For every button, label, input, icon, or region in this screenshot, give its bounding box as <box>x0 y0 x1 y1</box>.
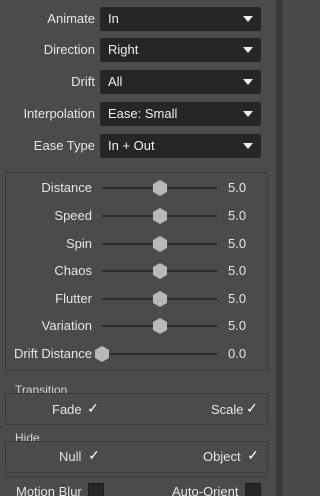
spin-label: Spin <box>65 236 92 251</box>
direction-row: Direction Right <box>0 38 276 62</box>
scale-checkbox[interactable]: ✓ <box>245 401 259 415</box>
speed-label: Speed <box>54 208 92 223</box>
auto-orient-label: Auto-Orient <box>172 484 239 496</box>
fade-checkbox[interactable]: ✓ <box>86 401 100 415</box>
drift-distance-slider-thumb[interactable] <box>95 346 109 362</box>
direction-value: Right <box>108 42 139 57</box>
fade-label: Fade <box>52 402 82 417</box>
slider-thumb-icon <box>152 236 167 252</box>
speed-slider-thumb[interactable] <box>152 208 167 224</box>
chaos-slider-thumb[interactable] <box>152 263 167 279</box>
ease-type-dropdown[interactable]: In + Out <box>100 134 261 158</box>
slider-thumb-icon <box>152 291 167 307</box>
motion-blur-label: Motion Blur <box>16 484 82 496</box>
interpolation-value: Ease: Small <box>108 106 178 121</box>
distance-value[interactable]: 5.0 <box>228 180 246 195</box>
slider-thumb-icon <box>152 318 167 334</box>
variation-label: Variation <box>41 318 92 333</box>
flutter-row: Flutter 5.0 <box>0 288 276 308</box>
auto-orient-checkbox[interactable] <box>245 483 261 496</box>
ease-type-value: In + Out <box>108 138 155 153</box>
scale-label: Scale <box>211 402 244 417</box>
drift-dropdown[interactable]: All <box>100 70 261 94</box>
chaos-value[interactable]: 5.0 <box>228 263 246 278</box>
flutter-value[interactable]: 5.0 <box>228 291 246 306</box>
distance-label: Distance <box>41 180 92 195</box>
variation-row: Variation 5.0 <box>0 315 276 335</box>
caret-down-icon <box>243 143 253 149</box>
spin-row: Spin 5.0 <box>0 233 276 253</box>
animate-value: In <box>108 11 119 26</box>
speed-row: Speed 5.0 <box>0 205 276 225</box>
drift-distance-value[interactable]: 0.0 <box>228 346 246 361</box>
variation-slider-thumb[interactable] <box>152 318 167 334</box>
distance-slider-thumb[interactable] <box>152 180 167 196</box>
spin-slider-thumb[interactable] <box>152 236 167 252</box>
distance-row: Distance 5.0 <box>0 177 276 197</box>
interpolation-dropdown[interactable]: Ease: Small <box>100 102 261 126</box>
motion-blur-checkbox[interactable] <box>88 483 104 496</box>
direction-label: Direction <box>43 42 95 57</box>
drift-value: All <box>108 74 123 89</box>
drift-distance-slider-track[interactable] <box>102 353 217 355</box>
slider-thumb-icon <box>152 180 167 196</box>
null-label: Null <box>59 449 82 464</box>
ease-type-row: Ease Type In + Out <box>0 134 276 158</box>
slider-thumb-icon <box>152 263 167 279</box>
slider-thumb-icon <box>152 208 167 224</box>
object-label: Object <box>203 449 241 464</box>
direction-dropdown[interactable]: Right <box>100 38 261 62</box>
caret-down-icon <box>243 111 253 117</box>
spin-value[interactable]: 5.0 <box>228 236 246 251</box>
slider-thumb-icon <box>95 346 109 362</box>
drift-distance-label: Drift Distance <box>13 346 92 361</box>
animate-dropdown[interactable]: In <box>100 7 261 31</box>
panel-edge <box>276 0 283 496</box>
interpolation-row: Interpolation Ease: Small <box>0 102 276 126</box>
variation-value[interactable]: 5.0 <box>228 318 246 333</box>
null-checkbox[interactable]: ✓ <box>87 448 101 462</box>
caret-down-icon <box>243 16 253 22</box>
ease-type-label: Ease Type <box>33 138 95 153</box>
flutter-slider-thumb[interactable] <box>152 291 167 307</box>
drift-label: Drift <box>71 74 95 89</box>
animate-label: Animate <box>47 11 95 26</box>
object-checkbox[interactable]: ✓ <box>246 448 260 462</box>
animate-row: Animate In <box>0 7 276 31</box>
drift-distance-row: Drift Distance 0.0 <box>0 343 276 363</box>
chaos-label: Chaos <box>54 263 92 278</box>
footer-divider <box>5 476 266 477</box>
behavior-inspector-panel: Animate In Direction Right Drift All Int… <box>0 0 283 496</box>
caret-down-icon <box>243 47 253 53</box>
chaos-row: Chaos 5.0 <box>0 260 276 280</box>
speed-value[interactable]: 5.0 <box>228 208 246 223</box>
caret-down-icon <box>243 79 253 85</box>
interpolation-label: Interpolation <box>23 106 95 121</box>
flutter-label: Flutter <box>55 291 92 306</box>
drift-row: Drift All <box>0 70 276 94</box>
